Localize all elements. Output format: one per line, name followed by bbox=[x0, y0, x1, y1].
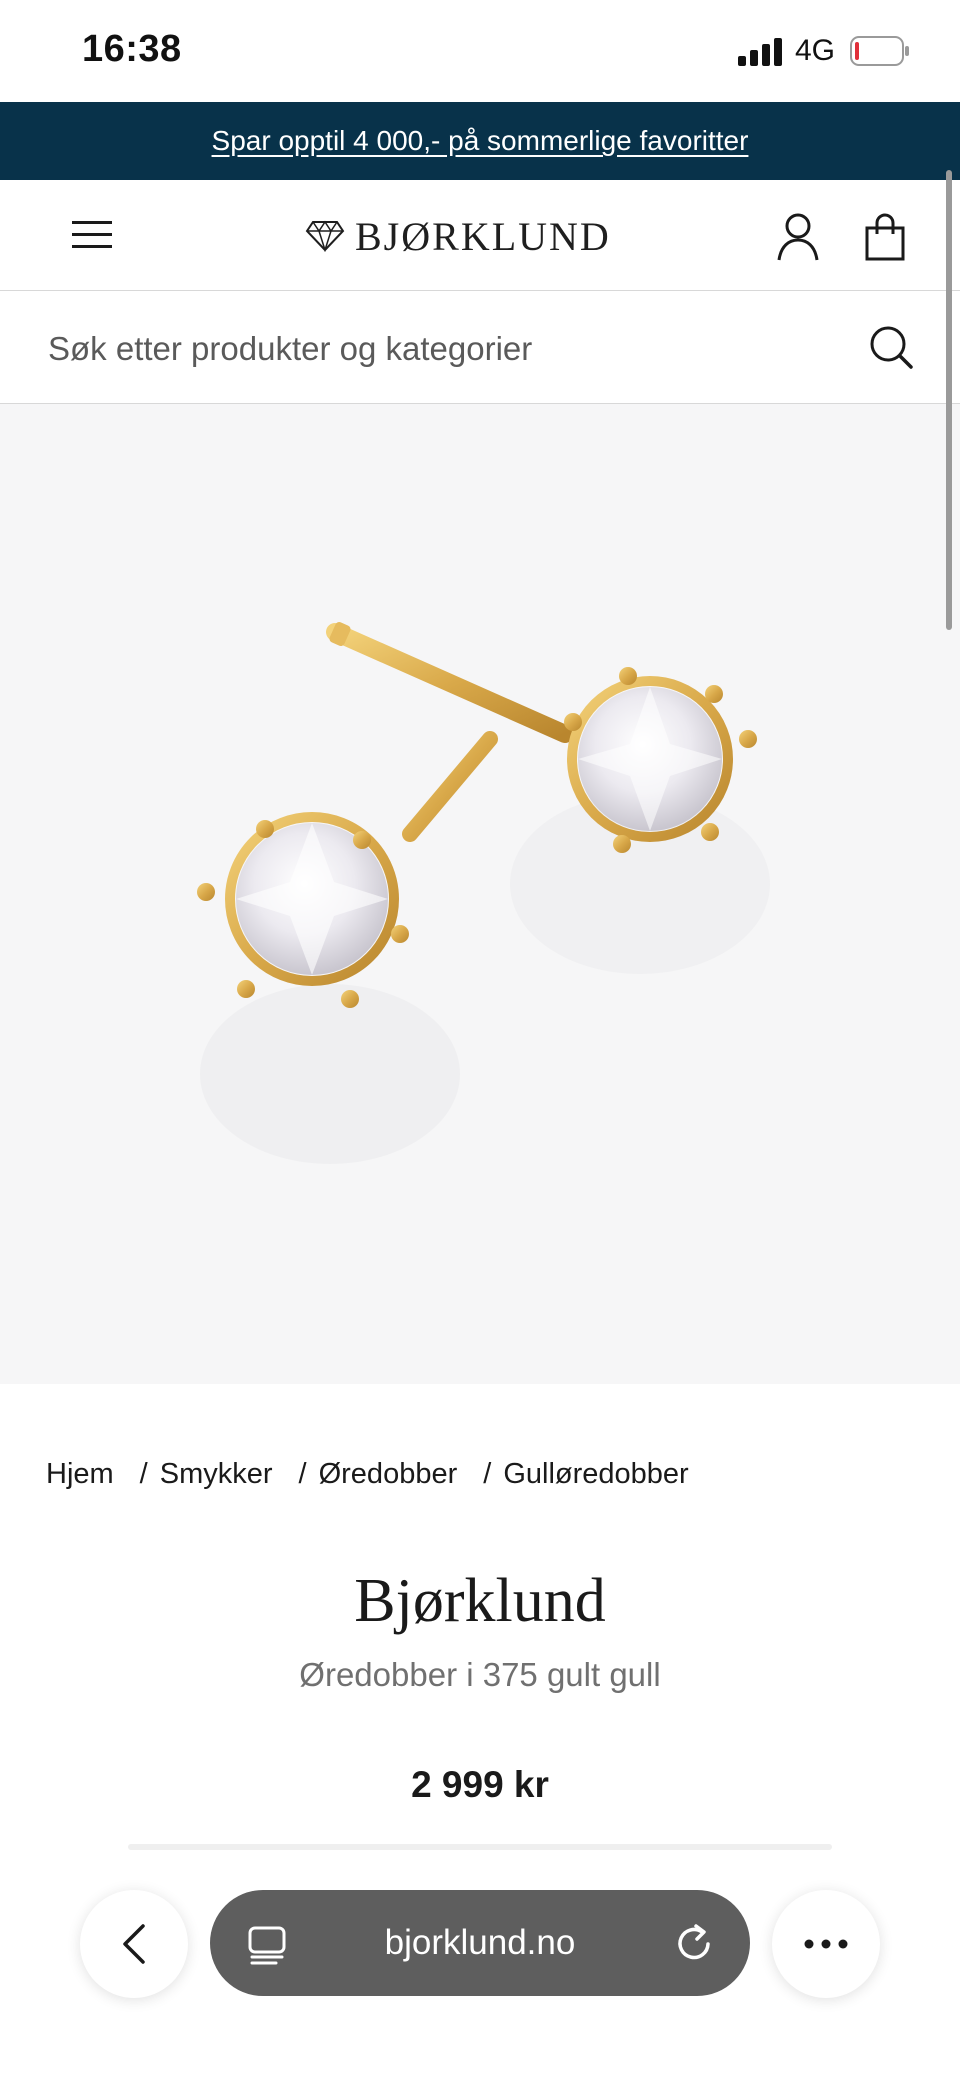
cellular-signal-icon bbox=[738, 38, 782, 66]
breadcrumb-home[interactable]: Hjem bbox=[46, 1458, 114, 1491]
battery-low-icon bbox=[850, 36, 909, 66]
breadcrumb-jewelry[interactable]: Smykker bbox=[160, 1458, 273, 1491]
scrollbar[interactable] bbox=[946, 170, 952, 630]
status-time: 16:38 bbox=[82, 28, 182, 70]
section-divider bbox=[128, 1844, 832, 1850]
chevron-left-icon bbox=[123, 1924, 145, 1964]
earring-illustration bbox=[197, 621, 770, 1164]
more-button[interactable] bbox=[772, 1890, 880, 1998]
promo-link[interactable]: Spar opptil 4 000,- på sommerlige favori… bbox=[212, 125, 749, 157]
product-brand: Bjørklund bbox=[354, 1567, 606, 1635]
product-price: 2 999 kr bbox=[411, 1764, 549, 1805]
shopping-bag-icon[interactable] bbox=[864, 212, 906, 262]
promo-banner[interactable]: Spar opptil 4 000,- på sommerlige favori… bbox=[0, 102, 960, 180]
product-name: Øredobber i 375 gult gull bbox=[299, 1656, 661, 1693]
product-image[interactable] bbox=[0, 404, 960, 1384]
search-input[interactable] bbox=[46, 318, 830, 380]
hamburger-menu-icon[interactable] bbox=[70, 218, 114, 252]
reload-icon[interactable] bbox=[672, 1922, 716, 1966]
more-dots-icon bbox=[804, 1939, 848, 1949]
breadcrumb-earrings[interactable]: Øredobber bbox=[319, 1458, 458, 1491]
brand-logo[interactable]: BJØRKLUND bbox=[305, 213, 655, 259]
diamond-logo-icon bbox=[305, 220, 345, 252]
breadcrumb: Hjem / Smykker / Øredobber / Gulløredobb… bbox=[46, 1458, 689, 1491]
brand-name: BJØRKLUND bbox=[355, 213, 611, 259]
network-type: 4G bbox=[795, 34, 836, 67]
breadcrumb-separator: / bbox=[139, 1458, 148, 1490]
breadcrumb-separator: / bbox=[298, 1458, 307, 1490]
user-icon[interactable] bbox=[776, 212, 820, 262]
breadcrumb-gold-earrings[interactable]: Gulløredobber bbox=[503, 1458, 688, 1491]
search-icon[interactable] bbox=[868, 324, 914, 370]
breadcrumb-separator: / bbox=[483, 1458, 492, 1490]
url-text: bjorklund.no bbox=[384, 1923, 576, 1962]
address-bar[interactable]: bjorklund.no bbox=[210, 1890, 750, 1996]
back-button[interactable] bbox=[80, 1890, 188, 1998]
